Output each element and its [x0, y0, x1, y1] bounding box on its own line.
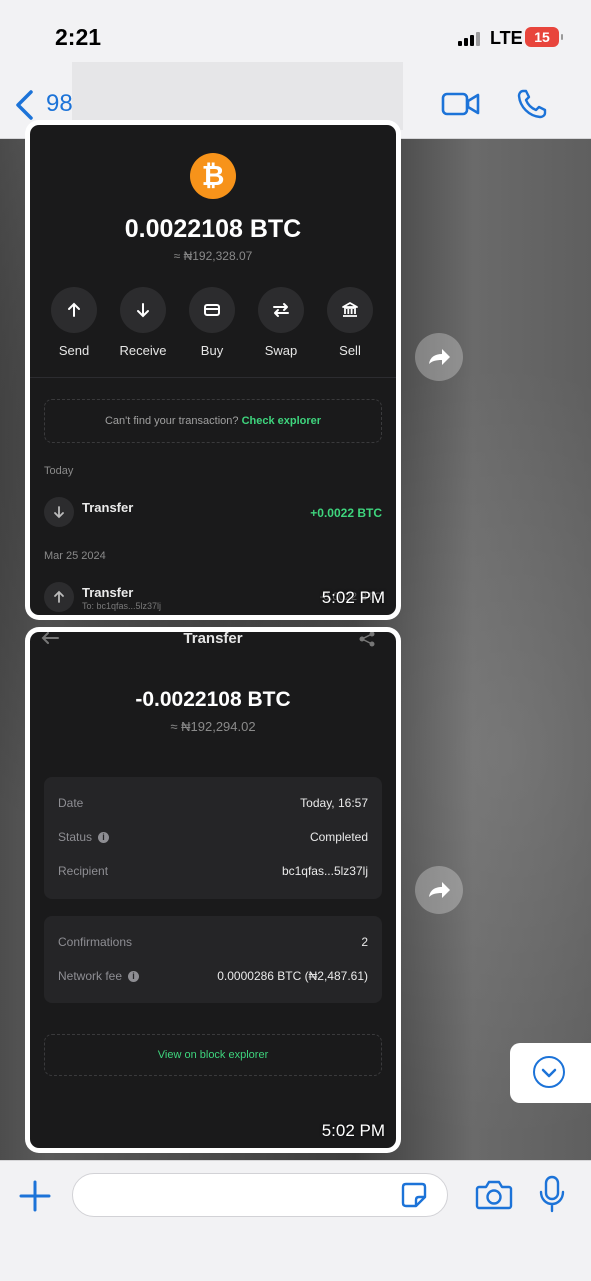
detail-title: Transfer — [183, 632, 243, 647]
detail-value: 2 — [361, 935, 368, 949]
transfer-fiat: ≈ ₦192,294.02 — [170, 719, 256, 734]
tx-amount: +0.0022 BTC — [310, 506, 382, 520]
scroll-to-bottom-button[interactable] — [510, 1043, 591, 1103]
action-label: Swap — [264, 343, 298, 358]
detail-value: 0.0000286 BTC (₦2,487.61) — [217, 969, 368, 983]
detail-key-text: Network fee — [58, 969, 123, 983]
view-on-explorer-link: View on block explorer — [44, 1034, 382, 1076]
camera-icon[interactable] — [475, 1179, 513, 1211]
video-call-icon[interactable] — [441, 90, 481, 118]
action-label: Send — [58, 343, 90, 358]
card-icon — [189, 287, 235, 333]
arrow-up-icon — [51, 287, 97, 333]
explorer-prompt: Can't find your transaction? Check explo… — [44, 399, 382, 443]
phone-call-icon[interactable] — [516, 88, 548, 120]
detail-key: Network fee i — [58, 969, 140, 983]
detail-value: Today, 16:57 — [300, 796, 368, 810]
arrow-down-icon — [120, 287, 166, 333]
detail-value: bc1qfas...5lz37lj — [281, 864, 368, 878]
battery-level: 15 — [534, 29, 550, 45]
tx-title: Transfer — [82, 500, 134, 515]
wallet-screenshot: ₿ 0.0022108 BTC ≈ ₦192,328.07 Send Recei… — [30, 125, 396, 615]
forward-arrow-icon — [429, 882, 450, 898]
share-icon — [359, 632, 375, 647]
message-composer — [0, 1160, 591, 1281]
chat-header: 2:21 LTE 15 98 — [0, 0, 591, 139]
back-chevron-icon[interactable] — [12, 88, 38, 122]
explorer-prompt-text: Can't find your transaction? — [104, 415, 239, 427]
detail-key: Date — [58, 796, 84, 810]
forward-button[interactable] — [415, 866, 463, 914]
sticker-icon[interactable] — [400, 1181, 428, 1209]
action-label: Sell — [339, 343, 361, 358]
info-icon: i — [128, 970, 140, 982]
detail-value: Completed — [309, 830, 368, 844]
bank-icon — [327, 287, 373, 333]
image-message[interactable]: Transfer -0.0022108 BTC ≈ ₦192,294.02 Da… — [25, 627, 401, 1153]
arrow-down-icon — [44, 497, 74, 527]
check-explorer-link: Check explorer — [241, 415, 322, 427]
plus-icon[interactable] — [18, 1179, 52, 1213]
sell-action: Sell — [320, 287, 380, 358]
signal-icon — [458, 32, 484, 46]
detail-key-text: Status — [58, 830, 93, 844]
bitcoin-logo-icon: ₿ — [190, 153, 236, 199]
message-input[interactable] — [72, 1173, 448, 1217]
microphone-icon[interactable] — [538, 1175, 566, 1213]
swap-arrows-icon — [258, 287, 304, 333]
transfer-detail-screenshot: Transfer -0.0022108 BTC ≈ ₦192,294.02 Da… — [30, 632, 396, 1148]
status-time: 2:21 — [55, 24, 102, 50]
transfer-amount: -0.0022108 BTC — [135, 688, 291, 711]
image-message[interactable]: ₿ 0.0022108 BTC ≈ ₦192,328.07 Send Recei… — [25, 120, 401, 620]
buy-action: Buy — [182, 287, 242, 358]
info-icon: i — [98, 831, 110, 843]
detail-key: Confirmations — [58, 935, 133, 949]
forward-button[interactable] — [415, 333, 463, 381]
balance-amount: 0.0022108 BTC — [124, 215, 302, 243]
forward-arrow-icon — [429, 349, 450, 365]
divider — [30, 377, 396, 378]
contact-name[interactable]: 98 — [46, 90, 73, 118]
balance-fiat: ≈ ₦192,328.07 — [173, 249, 253, 263]
message-time: 5:02 PM — [321, 588, 385, 607]
arrow-up-icon — [44, 582, 74, 612]
detail-key: Status i — [58, 830, 110, 844]
section-label: Mar 25 2024 — [44, 550, 106, 562]
tx-title: Transfer — [82, 585, 134, 600]
swap-action: Swap — [251, 287, 311, 358]
action-label: Buy — [200, 343, 224, 358]
action-label: Receive — [119, 343, 167, 358]
message-time: 5:02 PM — [321, 1121, 385, 1140]
network-type: LTE — [490, 28, 523, 48]
battery-icon: 15 — [525, 27, 563, 47]
tx-subtitle: To: bc1qfas...5lz37lj — [82, 601, 162, 611]
chevron-down-icon — [533, 1056, 565, 1088]
section-label: Today — [44, 465, 74, 477]
receive-action: Receive — [113, 287, 173, 358]
detail-key: Recipient — [58, 864, 109, 878]
send-action: Send — [44, 287, 104, 358]
fee-card — [44, 916, 382, 1003]
